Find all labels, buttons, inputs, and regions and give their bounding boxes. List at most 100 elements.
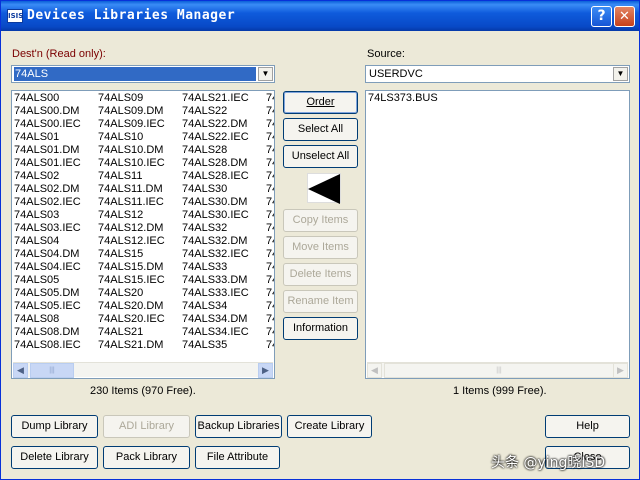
dest-library-combo[interactable]: 74ALS ▼ (11, 65, 275, 83)
list-item[interactable]: 74ALS01 (14, 131, 98, 144)
list-item[interactable]: 74ALS20.IEC (98, 313, 182, 326)
list-item[interactable]: 74 (266, 131, 274, 144)
list-item[interactable]: 74ALS00 (14, 92, 98, 105)
list-item[interactable]: 74ALS33 (182, 261, 266, 274)
list-item[interactable]: 74 (266, 274, 274, 287)
list-item[interactable]: 74ALS02.DM (14, 183, 98, 196)
list-item[interactable]: 74ALS22.IEC (182, 131, 266, 144)
list-item[interactable]: 74ALS09 (98, 92, 182, 105)
list-item[interactable]: 74ALS04 (14, 235, 98, 248)
list-item[interactable]: 74ALS15.IEC (98, 274, 182, 287)
list-item[interactable]: 74ALS32 (182, 222, 266, 235)
dest-horizontal-scrollbar[interactable]: ◀ ||| ▶ (13, 362, 273, 378)
list-item[interactable]: 74ALS08.IEC (14, 339, 98, 352)
list-item[interactable]: 74ALS00.IEC (14, 118, 98, 131)
list-item[interactable]: 74ALS09.IEC (98, 118, 182, 131)
list-item[interactable]: 74ALS10 (98, 131, 182, 144)
list-item[interactable]: 74 (266, 157, 274, 170)
rename-item-button[interactable]: Rename Item (283, 290, 358, 313)
scroll-right-icon[interactable]: ▶ (258, 363, 273, 378)
delete-items-button[interactable]: Delete Items (283, 263, 358, 286)
list-item[interactable]: 74 (266, 339, 274, 352)
list-item[interactable]: 74ALS09.DM (98, 105, 182, 118)
list-item[interactable]: 74ALS10.IEC (98, 157, 182, 170)
list-item[interactable]: 74ALS05.IEC (14, 300, 98, 313)
list-item[interactable]: 74ALS03 (14, 209, 98, 222)
list-item[interactable]: 74ALS01.DM (14, 144, 98, 157)
list-item[interactable]: 74ALS12.DM (98, 222, 182, 235)
list-item[interactable]: 74 (266, 261, 274, 274)
list-item[interactable]: 74 (266, 222, 274, 235)
source-library-combo[interactable]: USERDVC ▼ (365, 65, 630, 83)
chevron-down-icon[interactable]: ▼ (258, 67, 273, 81)
list-item[interactable]: 74ALS32.DM (182, 235, 266, 248)
dest-items-list[interactable]: 74ALS00 74ALS00.DM 74ALS00.IEC 74ALS01 74ALS… (11, 90, 275, 379)
title-close-button[interactable]: ✕ (614, 6, 635, 27)
list-item[interactable]: 74ALS05 (14, 274, 98, 287)
list-item[interactable]: 74 (266, 313, 274, 326)
list-item[interactable]: 74 (266, 144, 274, 157)
adi-library-button[interactable]: ADI Library (103, 415, 190, 438)
dump-library-button[interactable]: Dump Library (11, 415, 98, 438)
chevron-down-icon[interactable]: ▼ (613, 67, 628, 81)
source-items-list[interactable]: 74LS373.BUS ◀ ||| ▶ (365, 90, 630, 379)
list-item[interactable]: 74ALS15.DM (98, 261, 182, 274)
list-item[interactable]: 74 (266, 209, 274, 222)
delete-library-button[interactable]: Delete Library (11, 446, 98, 469)
list-item[interactable]: 74ALS20.DM (98, 300, 182, 313)
backup-libraries-button[interactable]: Backup Libraries (195, 415, 282, 438)
copy-items-button[interactable]: Copy Items (283, 209, 358, 232)
list-item[interactable]: 74 (266, 287, 274, 300)
list-item[interactable]: 74ALS30.IEC (182, 209, 266, 222)
list-item[interactable]: 74ALS12.IEC (98, 235, 182, 248)
list-item[interactable]: 74ALS33.IEC (182, 287, 266, 300)
list-item[interactable]: 74ALS11 (98, 170, 182, 183)
list-item[interactable]: 74ALS12 (98, 209, 182, 222)
list-item[interactable]: 74ALS34.IEC (182, 326, 266, 339)
scroll-left-icon[interactable]: ◀ (367, 363, 382, 378)
information-button[interactable]: Information (283, 317, 358, 340)
list-item[interactable]: 74ALS22 (182, 105, 266, 118)
create-library-button[interactable]: Create Library (287, 415, 372, 438)
list-item[interactable]: 74 (266, 118, 274, 131)
title-bar[interactable]: ISIS Devices Libraries Manager ? ✕ (1, 1, 639, 31)
list-item[interactable]: 74ALS10.DM (98, 144, 182, 157)
scroll-right-icon[interactable]: ▶ (613, 363, 628, 378)
list-item[interactable]: 74ALS34 (182, 300, 266, 313)
list-item[interactable]: 74 (266, 170, 274, 183)
list-item[interactable]: 74ALS20 (98, 287, 182, 300)
list-item[interactable]: 74 (266, 183, 274, 196)
order-button[interactable]: Order (283, 91, 358, 114)
list-item[interactable]: 74ALS28 (182, 144, 266, 157)
list-item[interactable]: 74ALS11.IEC (98, 196, 182, 209)
scroll-left-icon[interactable]: ◀ (13, 363, 28, 378)
list-item[interactable]: 74 (266, 105, 274, 118)
list-item[interactable]: 74ALS35 (182, 339, 266, 352)
list-item[interactable]: 74ALS03.IEC (14, 222, 98, 235)
move-items-button[interactable]: Move Items (283, 236, 358, 259)
list-item[interactable]: 74ALS11.DM (98, 183, 182, 196)
list-item[interactable]: 74ALS30.DM (182, 196, 266, 209)
list-item[interactable]: 74ALS04.DM (14, 248, 98, 261)
help-button[interactable]: Help (545, 415, 630, 438)
list-item[interactable]: 74ALS01.IEC (14, 157, 98, 170)
source-horizontal-scrollbar[interactable]: ◀ ||| ▶ (367, 362, 628, 378)
list-item[interactable]: 74ALS08 (14, 313, 98, 326)
list-item[interactable]: 74ALS28.IEC (182, 170, 266, 183)
list-item[interactable]: 74ALS02.IEC (14, 196, 98, 209)
scroll-thumb[interactable]: ||| (30, 363, 74, 378)
list-item[interactable]: 74ALS04.IEC (14, 261, 98, 274)
list-item[interactable]: 74ALS32.IEC (182, 248, 266, 261)
list-item[interactable]: 74ALS15 (98, 248, 182, 261)
list-item[interactable]: 74 (266, 196, 274, 209)
list-item[interactable]: 74ALS02 (14, 170, 98, 183)
select-all-button[interactable]: Select All (283, 118, 358, 141)
list-item[interactable]: 74LS373.BUS (368, 92, 438, 105)
list-item[interactable]: 74ALS00.DM (14, 105, 98, 118)
list-item[interactable]: 74ALS34.DM (182, 313, 266, 326)
unselect-all-button[interactable]: Unselect All (283, 145, 358, 168)
list-item[interactable]: 74ALS22.DM (182, 118, 266, 131)
list-item[interactable]: 74ALS21.IEC (182, 92, 266, 105)
file-attribute-button[interactable]: File Attribute (195, 446, 280, 469)
list-item[interactable]: 74ALS30 (182, 183, 266, 196)
